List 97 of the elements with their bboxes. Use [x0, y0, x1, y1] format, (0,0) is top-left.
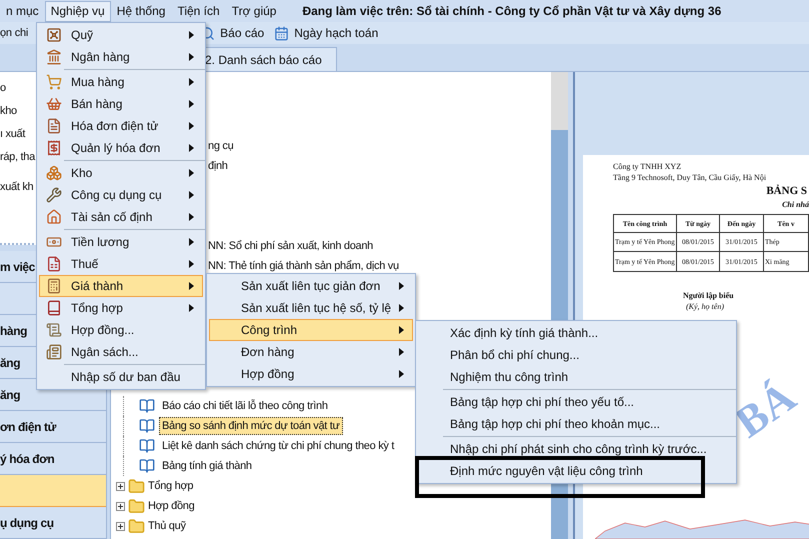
menu-item[interactable]: Công trình [209, 319, 413, 341]
tree-item[interactable]: Tổng hợp [148, 478, 194, 494]
submenu-arrow-icon [189, 169, 194, 177]
panel-text: ráp, tha [0, 150, 35, 164]
panel-text: ı xuất [0, 126, 26, 140]
folder-icon [128, 478, 145, 494]
menu-bar-item[interactable]: Trợ giúp [226, 0, 282, 22]
submenu-arrow-icon [189, 100, 194, 108]
menu-item[interactable]: Xác định kỳ tính giá thành... [418, 322, 734, 344]
menu-item[interactable]: Phân bổ chi phí chung... [418, 344, 734, 366]
company-name: Công ty TNHH XYZ [613, 161, 682, 172]
menu-item-icon [46, 209, 62, 225]
menu-item-icon [46, 187, 62, 203]
menu-item-icon [46, 278, 62, 294]
submenu-arrow-icon [399, 326, 404, 334]
menu-item-icon [46, 118, 62, 134]
menu-item[interactable]: Tiền lương [39, 231, 203, 253]
menu-item[interactable]: Ngân sách... [39, 341, 203, 363]
menu-item[interactable]: Đơn hàng [209, 341, 413, 363]
submenu-arrow-icon [399, 304, 404, 312]
expand-icon[interactable] [116, 522, 125, 530]
report-book-icon [139, 458, 155, 474]
menu-item[interactable]: Tổng hợp [39, 297, 203, 319]
submenu-arrow-icon [189, 282, 194, 290]
menu-item-icon [46, 344, 62, 360]
submenu-arrow-icon [189, 78, 194, 86]
submenu-arrow-icon [189, 260, 194, 268]
menu-item-icon [46, 49, 62, 65]
menu-item[interactable]: Quản lý hóa đơn [39, 137, 203, 159]
menu-item-icon [46, 74, 62, 90]
menu-bar-item[interactable]: n mục [0, 0, 45, 22]
submenu-arrow-icon [189, 191, 194, 199]
nav-item[interactable]: ụ dụng cụ [0, 507, 106, 539]
folder-icon [128, 498, 145, 514]
tree-item[interactable]: Bảng tính giá thành [159, 456, 255, 476]
menu-item-icon [46, 165, 62, 181]
submenu-arrow-icon [189, 31, 194, 39]
toolbar-button[interactable]: Ngày hạch toán [274, 24, 378, 42]
menu-item[interactable]: Sản xuất liên tục hệ số, tỷ lệ [209, 297, 413, 319]
menu-item[interactable]: Hợp đồng [209, 363, 413, 385]
menu-item-icon [46, 300, 62, 316]
submenu-arrow-icon [399, 370, 404, 378]
submenu-arrow-icon [189, 122, 194, 130]
report-book-icon [139, 418, 155, 434]
submenu-arrow-icon [189, 238, 194, 246]
menu-item[interactable]: Sản xuất liên tục giản đơn [209, 275, 413, 297]
menu-item[interactable]: Bán hàng [39, 93, 203, 115]
company-address: Tầng 9 Technosoft, Duy Tân, Cầu Giấy, Hà Nội [613, 172, 768, 183]
nav-item[interactable]: ơn điện tử [0, 411, 106, 443]
menu-item[interactable]: Mua hàng [39, 71, 203, 93]
menu-item[interactable]: Hóa đơn điện tử [39, 115, 203, 137]
menu-item-icon [46, 256, 62, 272]
panel-text: xuất kh [0, 180, 34, 194]
menu-bar-item[interactable]: Nghiệp vụ [44, 0, 111, 22]
menu-item[interactable]: Quỹ [39, 24, 203, 46]
panel-text: kho [0, 104, 17, 118]
signer-note: (Ký, họ tên) [686, 301, 725, 312]
submenu-arrow-icon [189, 213, 194, 221]
report-book-icon [139, 398, 155, 414]
folder-icon [128, 518, 145, 534]
tree-item[interactable]: Báo cáo chi tiết lãi lỗ theo công trình [159, 396, 331, 416]
submenu-arrow-icon [189, 304, 194, 312]
menu-item-icon [46, 96, 62, 112]
report-title: BẢNG S [766, 184, 808, 199]
menu-item-icon [46, 322, 62, 338]
menu-item-icon [46, 27, 62, 43]
tree-item[interactable]: NN: Sổ chi phí sản xuất, kinh doanh [208, 236, 373, 256]
submenu-arrow-icon [189, 53, 194, 61]
tree-item[interactable]: Hợp đồng [148, 498, 194, 514]
expand-icon[interactable] [116, 482, 125, 490]
submenu-arrow-icon [399, 348, 404, 356]
menu-item[interactable]: Công cụ dụng cụ [39, 184, 203, 206]
menu-item[interactable]: Hợp đồng... [39, 319, 203, 341]
tree-item[interactable]: Thủ quỹ [148, 518, 186, 534]
menu-item[interactable]: Kho [39, 162, 203, 184]
submenu-arrow-icon [189, 144, 194, 152]
tree-item[interactable]: Bảng so sánh định mức dự toán vật tư [159, 416, 343, 436]
menu-item[interactable]: Thuế [39, 253, 203, 275]
nav-item[interactable]: ý hóa đơn [0, 443, 106, 475]
menu-bar-item[interactable]: Tiện ích [171, 0, 226, 22]
menu-item[interactable]: Giá thành [39, 275, 203, 297]
menu-bar-item[interactable]: Hệ thống [110, 0, 172, 22]
menu-item[interactable]: Tài sản cố định [39, 206, 203, 228]
expand-icon[interactable] [116, 502, 125, 510]
submenu-arrow-icon [399, 282, 404, 290]
signer-label: Người lập biểu [683, 290, 735, 301]
tree-item[interactable]: định [208, 156, 228, 176]
panel-text: o [0, 80, 6, 94]
report-book-icon [139, 438, 155, 454]
tree-item[interactable]: Liệt kê danh sách chứng từ chi phí chung theo kỳ t [159, 436, 398, 456]
toolbar-button[interactable]: ọn chi [0, 24, 28, 42]
tree-item[interactable]: ng cụ [208, 136, 234, 156]
window-title: Đang làm việc trên: Sổ tài chính - Công ty Cổ phần Vật tư và Xây dựng 36 [302, 3, 722, 20]
tree-item[interactable]: NN: Thẻ tính giá thành sản phẩm, dịch vụ [208, 256, 399, 276]
report-subtitle: Chi nhá [782, 199, 809, 210]
menu-item-icon [46, 140, 62, 156]
calendar-icon [274, 26, 290, 40]
